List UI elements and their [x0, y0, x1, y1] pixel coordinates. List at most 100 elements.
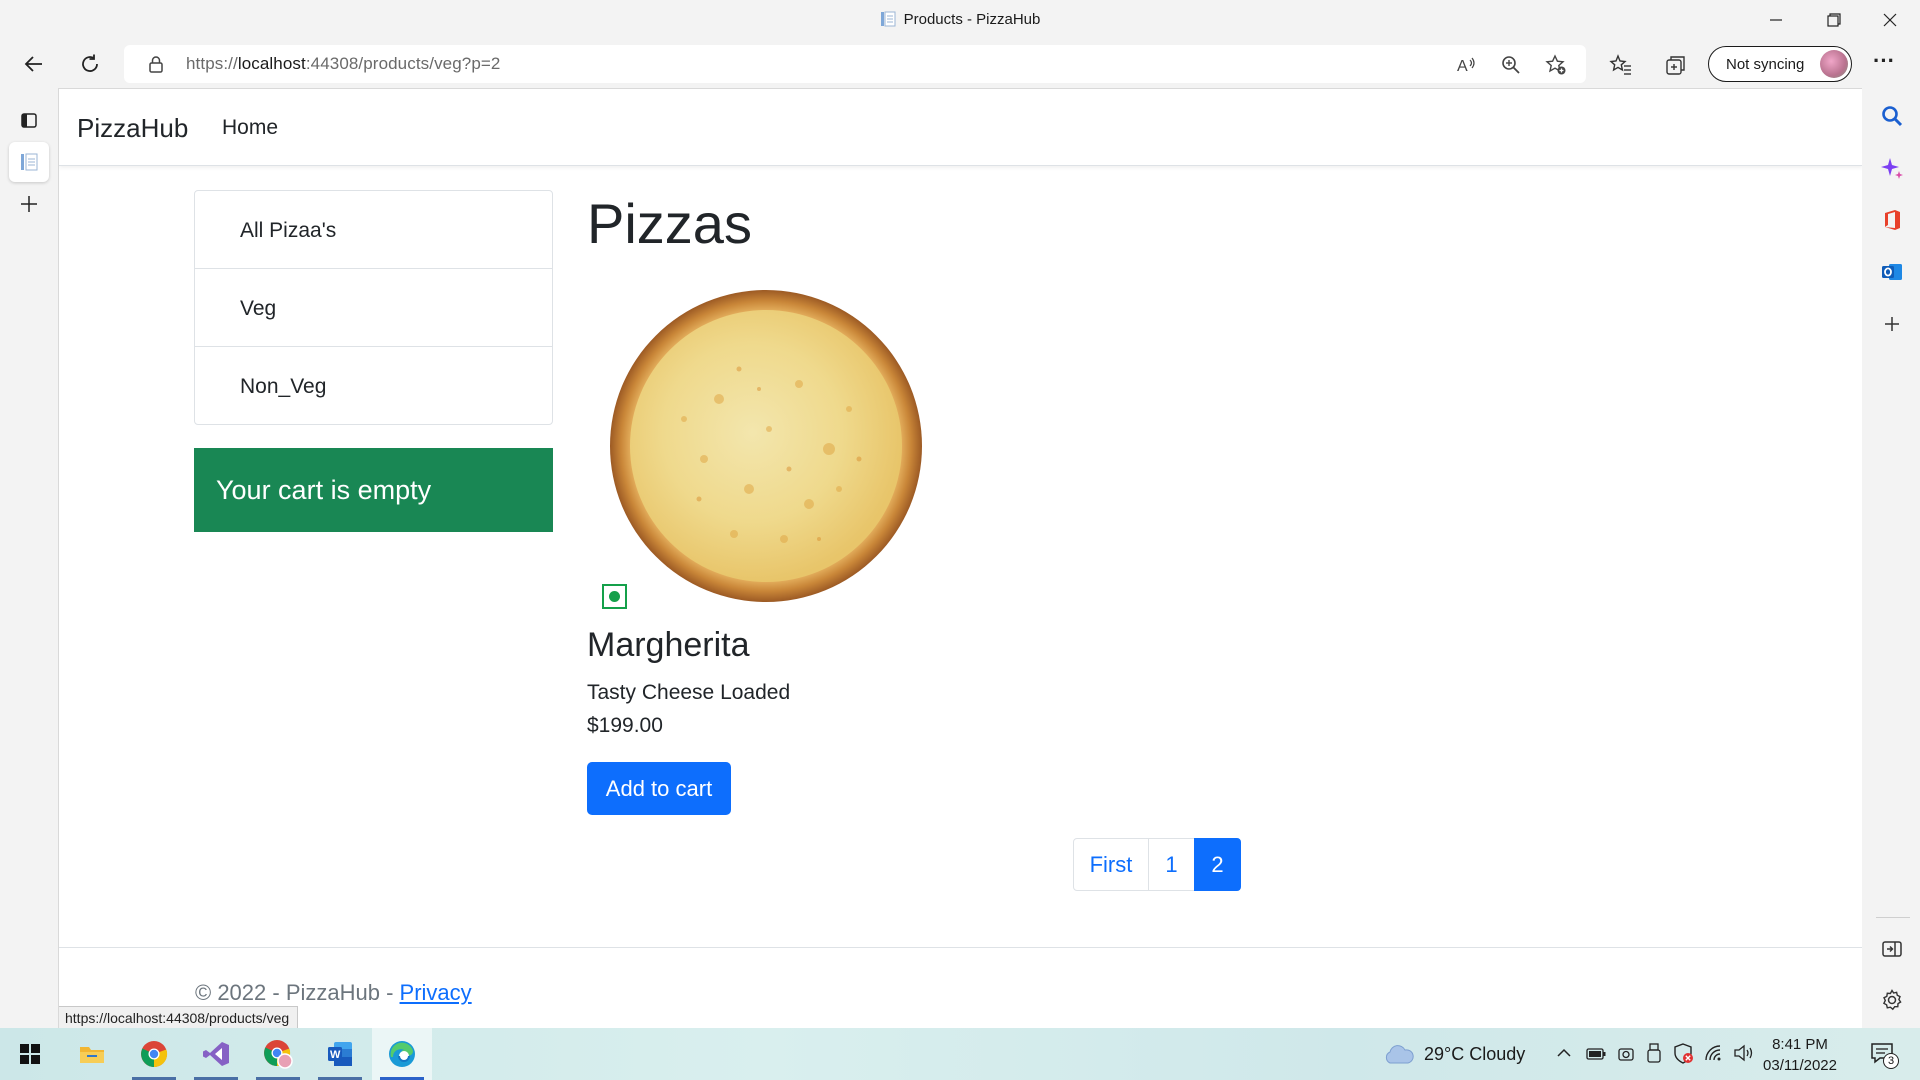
plus-icon	[21, 196, 37, 212]
back-arrow-icon	[24, 56, 42, 72]
nav-home-link[interactable]: Home	[222, 116, 278, 140]
lock-icon[interactable]	[147, 55, 165, 73]
taskbar-clock[interactable]: 8:41 PM 03/11/2022	[1762, 1034, 1838, 1076]
close-button[interactable]	[1862, 0, 1918, 40]
url-prefix: https://	[186, 54, 238, 73]
taskbar-chrome[interactable]	[124, 1028, 184, 1080]
new-tab-button[interactable]	[9, 184, 49, 224]
product-price: $199.00	[587, 714, 663, 737]
category-all-pizzas[interactable]: All Pizaa's	[195, 191, 552, 269]
footer-divider	[59, 947, 1862, 948]
profile-avatar	[1820, 50, 1848, 78]
outlook-icon[interactable]	[1880, 260, 1904, 284]
chrome-profile-icon	[264, 1040, 293, 1069]
tab-actions-button[interactable]	[9, 100, 49, 140]
vertical-tabs-panel	[0, 88, 58, 1028]
product-description: Tasty Cheese Loaded	[587, 681, 791, 704]
more-options-icon[interactable]: ···	[1868, 50, 1900, 76]
site-navbar: PizzaHub Home	[59, 89, 1862, 166]
security-alert-icon[interactable]	[1672, 1042, 1694, 1064]
clock-date: 03/11/2022	[1763, 1057, 1837, 1074]
taskbar-chrome-profile[interactable]	[248, 1028, 308, 1080]
link-status-tooltip: https://localhost:44308/products/veg	[59, 1006, 299, 1028]
url-text[interactable]: https://localhost:44308/products/veg?p=2	[186, 54, 500, 74]
cart-summary: Your cart is empty	[194, 448, 553, 532]
wifi-icon[interactable]	[1704, 1044, 1724, 1062]
word-icon: W	[328, 1042, 352, 1066]
windows-taskbar: W 29°C Cloudy 8:41 PM 03/11/2022 3	[0, 1028, 1920, 1080]
page-icon	[21, 153, 38, 171]
page-title: Pizzas	[587, 192, 752, 255]
veg-indicator-icon	[602, 584, 627, 609]
battery-icon[interactable]	[1586, 1046, 1606, 1062]
page-icon	[880, 11, 896, 27]
refresh-icon	[82, 54, 98, 72]
notification-badge: 3	[1883, 1053, 1899, 1069]
taskbar-visual-studio[interactable]	[186, 1028, 246, 1080]
taskbar-edge[interactable]	[372, 1028, 432, 1080]
svg-text:W: W	[330, 1049, 341, 1061]
pizza-image	[610, 290, 922, 602]
cloud-weather-icon[interactable]	[1383, 1044, 1415, 1064]
taskbar-file-explorer[interactable]	[62, 1028, 122, 1080]
footer-copyright: © 2022 - PizzaHub -	[195, 980, 400, 1005]
page-viewport: PizzaHub Home All Pizaa's Veg Non_Veg Yo…	[58, 88, 1862, 1028]
clock-time: 8:41 PM	[1772, 1036, 1828, 1053]
usb-device-icon[interactable]	[1646, 1042, 1662, 1064]
restore-button[interactable]	[1806, 0, 1862, 40]
sync-label: Not syncing	[1726, 56, 1805, 73]
privacy-link[interactable]: Privacy	[400, 980, 472, 1005]
read-aloud-icon[interactable]: A	[1455, 54, 1477, 76]
back-button[interactable]	[16, 48, 52, 80]
chevron-up-icon[interactable]	[1556, 1046, 1572, 1060]
url-rest: :44308/products/veg?p=2	[305, 54, 501, 73]
add-favorite-icon[interactable]	[1545, 54, 1567, 76]
browser-toolbar: https://localhost:44308/products/veg?p=2…	[0, 40, 1920, 88]
add-sidebar-app-icon[interactable]	[1880, 312, 1904, 336]
zoom-icon[interactable]	[1500, 54, 1522, 76]
windows-logo-icon	[20, 1044, 40, 1064]
taskbar-word[interactable]: W	[310, 1028, 370, 1080]
window-title-bar: Products - PizzaHub	[0, 0, 1920, 40]
volume-icon[interactable]	[1733, 1044, 1755, 1062]
search-icon[interactable]	[1880, 104, 1904, 128]
discover-sparkle-icon[interactable]	[1880, 156, 1904, 180]
refresh-button[interactable]	[72, 48, 108, 80]
folder-icon	[80, 1047, 104, 1063]
tab-actions-icon	[21, 113, 37, 128]
close-icon	[1883, 13, 1897, 27]
url-host: localhost	[237, 54, 306, 73]
chrome-icon	[141, 1041, 168, 1068]
weather-text[interactable]: 29°C Cloudy	[1424, 1044, 1525, 1065]
minimize-button[interactable]	[1748, 0, 1804, 40]
pagination-page-2[interactable]: 2	[1194, 838, 1241, 891]
product-name: Margherita	[587, 626, 750, 664]
start-button[interactable]	[0, 1028, 60, 1080]
category-veg[interactable]: Veg	[195, 269, 552, 347]
pagination-page-1[interactable]: 1	[1148, 838, 1195, 891]
site-footer: © 2022 - PizzaHub - Privacy	[195, 980, 472, 1006]
tab-products-pizzahub[interactable]	[9, 142, 49, 182]
pagination: First 1 2	[1073, 838, 1241, 891]
add-to-cart-button[interactable]: Add to cart	[587, 762, 731, 815]
sidebar-divider	[1876, 917, 1910, 918]
window-title: Products - PizzaHub	[0, 11, 1920, 28]
visual-studio-icon	[203, 1042, 229, 1066]
notification-center-button[interactable]: 3	[1868, 1040, 1902, 1070]
pagination-first[interactable]: First	[1073, 838, 1149, 891]
window-title-text: Products - PizzaHub	[903, 11, 1041, 28]
camera-icon[interactable]	[1617, 1044, 1635, 1064]
category-non-veg[interactable]: Non_Veg	[195, 347, 552, 424]
office-icon[interactable]	[1880, 208, 1904, 232]
svg-text:A: A	[1457, 58, 1468, 75]
hide-sidebar-icon[interactable]	[1880, 937, 1904, 961]
address-bar[interactable]: https://localhost:44308/products/veg?p=2…	[124, 45, 1586, 83]
profile-sync-button[interactable]: Not syncing	[1708, 46, 1852, 82]
favorites-icon[interactable]	[1609, 53, 1633, 77]
site-brand-link[interactable]: PizzaHub	[77, 113, 188, 144]
edge-sidebar	[1862, 88, 1920, 1028]
settings-gear-icon[interactable]	[1880, 988, 1904, 1012]
minimize-icon	[1770, 19, 1782, 21]
collections-icon[interactable]	[1664, 53, 1688, 77]
restore-icon	[1827, 13, 1841, 27]
